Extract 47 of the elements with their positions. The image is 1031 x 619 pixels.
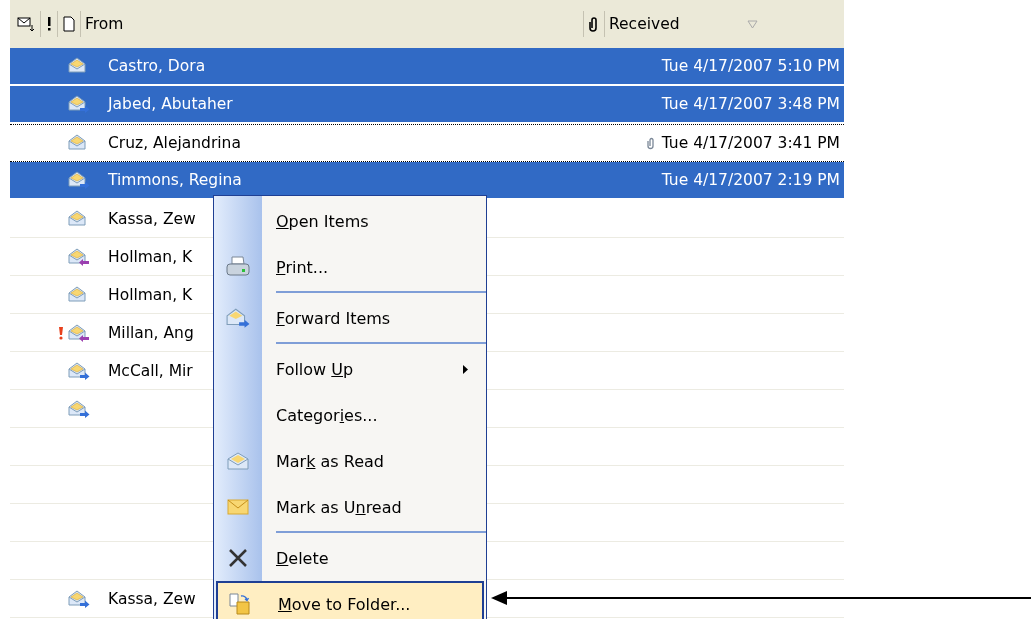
message-row[interactable]: Castro, Dora Tue 4/17/2007 5:10 PM [10,48,844,86]
document-icon[interactable] [63,16,75,32]
menu-item[interactable]: Open Items [216,198,484,244]
received-date: Tue 4/17/2007 3:41 PM [661,134,841,152]
sender-name: Hollman, K [108,285,193,304]
forwarded-envelope-icon [68,589,90,608]
move-to-folder-icon [229,593,251,615]
menu-item[interactable]: Categories... [216,392,484,438]
received-date: Tue 4/17/2007 3:48 PM [661,95,841,113]
paperclip-icon [646,136,656,150]
sender-name: Castro, Dora [108,57,206,75]
envelope-sort-icon[interactable] [17,16,35,32]
sender-name: Hollman, K [108,247,193,266]
forwarded-envelope-icon [68,361,90,380]
importance-icon[interactable] [46,16,52,32]
menu-item[interactable]: Move to Folder... [216,581,484,619]
submenu-arrow-icon [463,364,468,374]
open-envelope-icon [227,452,249,470]
message-row[interactable]: Jabed, Abutaher Tue 4/17/2007 3:48 PM [10,86,844,124]
high-importance-icon [58,325,64,340]
sender-name: Jabed, Abutaher [108,95,233,113]
forwarded-envelope-icon [68,171,90,189]
sender-name: Millan, Ang [108,323,194,342]
sender-name: Timmons, Regina [108,171,242,189]
menu-item[interactable]: Delete [216,535,484,581]
menu-item[interactable]: Mark as Unread [216,484,484,530]
delete-x-icon [228,548,248,568]
sender-name: McCall, Mir [108,361,193,380]
sender-name: Kassa, Zew [108,209,196,228]
from-column-header[interactable]: From [81,15,583,33]
received-date: Tue 4/17/2007 2:19 PM [661,171,841,189]
replied-envelope-icon [68,247,90,266]
forwarded-envelope-icon [68,95,90,113]
printer-icon [226,256,250,278]
sort-descending-icon [747,19,758,29]
forwarded-envelope-icon [226,308,250,328]
forwarded-envelope-icon [68,399,90,418]
sender-name: Kassa, Zew [108,589,196,608]
received-date: Tue 4/17/2007 5:10 PM [661,57,841,75]
sender-name: Cruz, Alejandrina [108,134,241,152]
menu-item[interactable]: Follow Up [216,346,484,392]
closed-envelope-icon [227,499,249,515]
replied-envelope-icon [68,323,90,342]
message-row[interactable]: Timmons, Regina Tue 4/17/2007 2:19 PM [10,162,844,200]
menu-item[interactable]: Mark as Read [216,438,484,484]
received-column-header[interactable]: Received [605,15,747,33]
paperclip-icon[interactable] [589,16,599,32]
